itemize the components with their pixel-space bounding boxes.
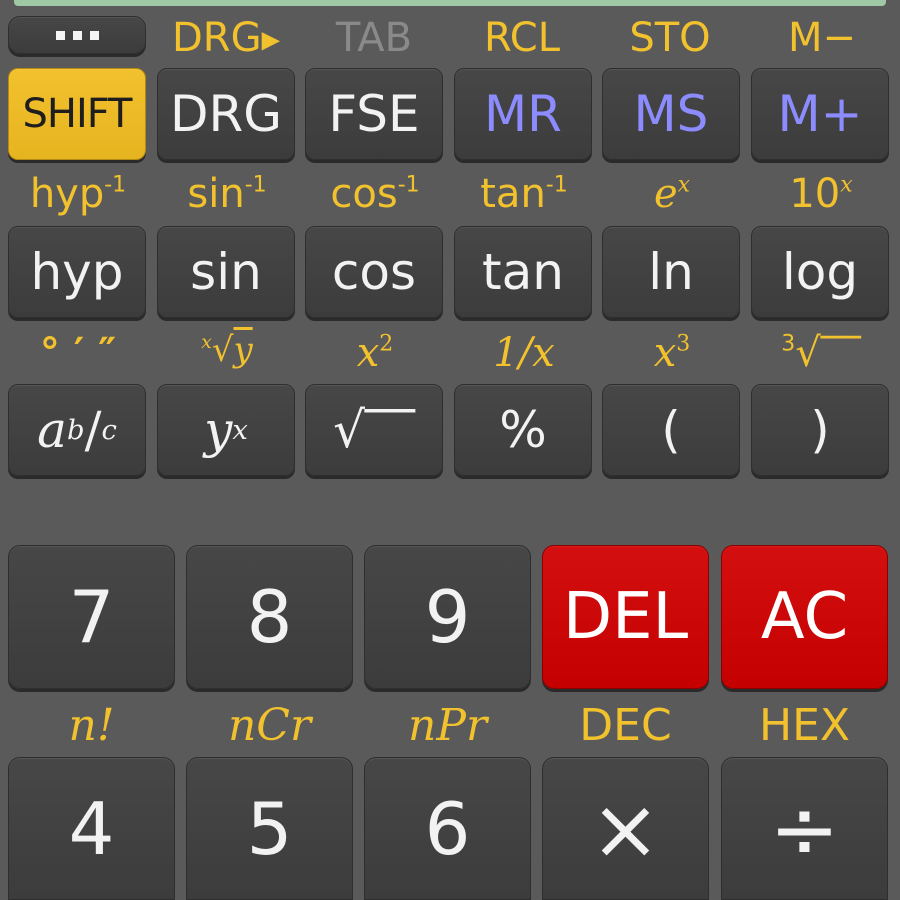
multiply-key[interactable]: ×: [542, 757, 709, 900]
shift-label-exp: ex: [653, 171, 691, 217]
delete-key[interactable]: DEL: [542, 545, 709, 689]
shift-label-hyp-inv: hyp-1: [29, 171, 127, 217]
mr-key[interactable]: MR: [454, 68, 592, 160]
shift-label-square: x2: [356, 330, 394, 376]
digit-5-key[interactable]: 5: [186, 757, 353, 900]
ms-key[interactable]: MS: [602, 68, 740, 160]
tan-key[interactable]: tan: [454, 226, 592, 318]
shift-label-ncr: nCr: [227, 700, 312, 751]
shift-key[interactable]: SHIFT: [8, 68, 146, 160]
shift-label-xroot: x√y: [201, 330, 253, 370]
digit-4-key[interactable]: 4: [8, 757, 175, 900]
shift-label-drg: DRG▶: [171, 15, 281, 61]
shift-label-mminus: M−: [787, 15, 857, 61]
close-paren-key[interactable]: ): [751, 384, 889, 476]
hyp-key[interactable]: hyp: [8, 226, 146, 318]
digit-7-key[interactable]: 7: [8, 545, 175, 689]
display-edge: [14, 0, 886, 6]
shift-label-pow10: 10x: [789, 171, 853, 217]
shift-label-cube: x3: [653, 330, 691, 376]
ln-key[interactable]: ln: [602, 226, 740, 318]
ellipsis-icon: [55, 30, 99, 40]
digit-9-key[interactable]: 9: [364, 545, 531, 689]
shift-label-dms: ° ′ ″: [39, 330, 117, 376]
fse-key[interactable]: FSE: [305, 68, 443, 160]
drg-key[interactable]: DRG: [157, 68, 295, 160]
shift-label-cuberoot: 3√‾‾: [781, 330, 861, 376]
shift-label-hex: HEX: [758, 700, 851, 751]
shift-label-rcl: RCL: [483, 15, 560, 61]
shift-label-dec: DEC: [579, 700, 672, 751]
log-key[interactable]: log: [751, 226, 889, 318]
shift-label-factorial: n!: [68, 700, 115, 751]
all-clear-key[interactable]: AC: [721, 545, 888, 689]
percent-key[interactable]: %: [454, 384, 592, 476]
shift-label-atan: tan-1: [480, 171, 568, 217]
power-key[interactable]: yx: [157, 384, 295, 476]
divide-key[interactable]: ÷: [721, 757, 888, 900]
shift-label-npr: nPr: [408, 700, 487, 751]
shift-label-reciprocal: 1/x: [493, 330, 555, 376]
sqrt-key[interactable]: √‾‾: [305, 384, 443, 476]
open-paren-key[interactable]: (: [602, 384, 740, 476]
cos-key[interactable]: cos: [305, 226, 443, 318]
shift-label-sto: STO: [629, 15, 711, 61]
fraction-key[interactable]: a b / c: [8, 384, 146, 476]
shift-label-asin: sin-1: [187, 171, 267, 217]
shift-label-acos: cos-1: [330, 171, 420, 217]
shift-label-tab: TAB: [335, 15, 413, 61]
digit-6-key[interactable]: 6: [364, 757, 531, 900]
sin-key[interactable]: sin: [157, 226, 295, 318]
digit-8-key[interactable]: 8: [186, 545, 353, 689]
mplus-key[interactable]: M+: [751, 68, 889, 160]
menu-button[interactable]: [8, 16, 146, 54]
